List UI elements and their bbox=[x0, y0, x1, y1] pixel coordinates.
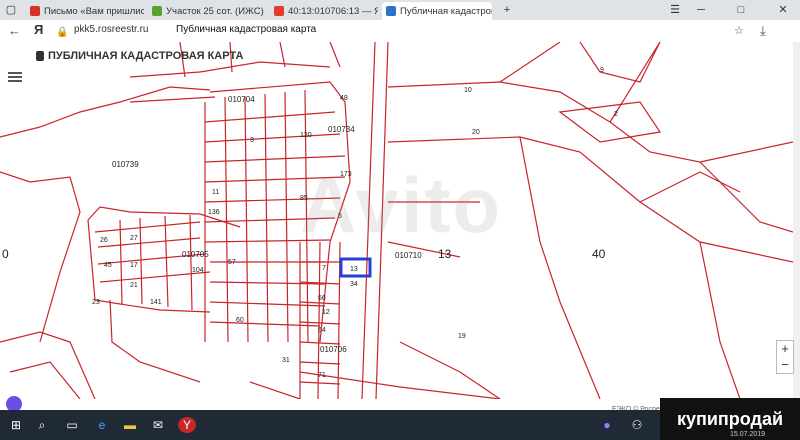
zoom-in-button[interactable]: + bbox=[777, 341, 793, 357]
rosreestr-logo-icon bbox=[36, 51, 44, 61]
tab-gmail[interactable]: Письмо «Вам пришлис нов bbox=[26, 2, 144, 20]
lock-icon[interactable]: 🔒 bbox=[56, 24, 68, 42]
alice-taskbar-icon[interactable]: ● bbox=[600, 417, 614, 433]
address-bar: ← Я 🔒 pkk5.rosreestr.ru Публичная кадаст… bbox=[0, 20, 800, 43]
maximize-icon[interactable]: □ bbox=[730, 2, 752, 18]
map-label: 141 bbox=[150, 299, 162, 306]
back-icon[interactable]: ← bbox=[8, 22, 21, 40]
download-icon[interactable]: ⤓ bbox=[760, 22, 766, 40]
taskbar-clock: 15.07.2019 bbox=[730, 431, 766, 438]
map-label: 104 bbox=[192, 267, 204, 274]
map-label: 10 bbox=[464, 87, 472, 94]
map-label: 26 bbox=[100, 237, 108, 244]
tab-avito[interactable]: Участок 25 сот. (ИЖС) — Р bbox=[148, 2, 266, 20]
map-label: 60 bbox=[236, 317, 244, 324]
yandex-browser-icon[interactable]: Y bbox=[178, 417, 196, 433]
map-label: 45 bbox=[104, 262, 112, 269]
page-title: Публичная кадастровая карта bbox=[176, 24, 317, 35]
map-label: 19 bbox=[458, 333, 466, 340]
map-label: 17 bbox=[130, 262, 138, 269]
map-label: 40 bbox=[592, 247, 606, 261]
zoom-out-button[interactable]: − bbox=[777, 357, 793, 373]
map-label: 010739 bbox=[112, 160, 139, 169]
map-label: 57 bbox=[228, 259, 236, 266]
map-label: 010706 bbox=[320, 345, 347, 354]
map-label: 9 bbox=[600, 67, 604, 74]
map-label: 21 bbox=[130, 282, 138, 289]
edge-icon[interactable]: e bbox=[94, 417, 110, 433]
new-tab-button[interactable]: + bbox=[496, 2, 518, 18]
sidebar-toggle-icon[interactable]: ▢ bbox=[0, 2, 22, 18]
selected-parcel-label: 13 bbox=[350, 266, 358, 273]
search-icon[interactable]: ⌕ bbox=[34, 417, 50, 433]
map-label: 010704 bbox=[228, 95, 255, 104]
rosreestr-icon bbox=[386, 6, 396, 16]
map-label: 64 bbox=[318, 327, 326, 334]
map-label: 136 bbox=[208, 209, 220, 216]
map-label: 66 bbox=[318, 295, 326, 302]
zoom-control: + − bbox=[776, 340, 794, 374]
map-title-text: ПУБЛИЧНАЯ КАДАСТРОВАЯ КАРТА bbox=[48, 50, 244, 62]
map-label: 34 bbox=[350, 281, 358, 288]
windows-start-icon[interactable]: ⊞ bbox=[8, 417, 24, 433]
avito-watermark: Avito bbox=[300, 161, 503, 249]
people-icon[interactable]: ⚇ bbox=[630, 417, 644, 433]
map-title: ПУБЛИЧНАЯ КАДАСТРОВАЯ КАРТА bbox=[36, 50, 243, 62]
avito-icon bbox=[152, 6, 162, 16]
tab-label: Письмо «Вам пришлис нов bbox=[44, 5, 144, 17]
map-label: 23 bbox=[92, 299, 100, 306]
bookmarks-icon[interactable]: ☰ bbox=[664, 2, 686, 18]
map-menu-button[interactable] bbox=[8, 70, 22, 82]
map-label: 71 bbox=[318, 372, 326, 379]
file-explorer-icon[interactable]: ▬ bbox=[122, 417, 138, 433]
map-label: 0 bbox=[2, 247, 9, 261]
scrollbar[interactable] bbox=[793, 42, 800, 399]
map-label: 12 bbox=[322, 309, 330, 316]
tab-label: 40:13:010706:13 — Яндекс bbox=[288, 5, 378, 17]
map-label: 48 bbox=[340, 95, 348, 102]
yandex-icon bbox=[274, 6, 284, 16]
tab-label: Участок 25 сот. (ИЖС) — Р bbox=[166, 5, 266, 17]
map-label: 27 bbox=[130, 235, 138, 242]
map-label: 31 bbox=[282, 357, 290, 364]
close-window-icon[interactable]: ✕ bbox=[772, 2, 794, 18]
tab-yandex[interactable]: 40:13:010706:13 — Яндекс bbox=[270, 2, 378, 20]
browser-tab-bar: ▢ Письмо «Вам пришлис нов Участок 25 сот… bbox=[0, 0, 800, 20]
map-label: 010705 bbox=[182, 250, 209, 259]
map-label: 3 bbox=[250, 137, 254, 144]
map-label: 2 bbox=[614, 111, 618, 118]
tab-label: Публичная кадастровая bbox=[400, 5, 492, 17]
map-label: 11 bbox=[212, 189, 219, 196]
map-label: 20 bbox=[472, 129, 480, 136]
url-text[interactable]: pkk5.rosreestr.ru bbox=[74, 24, 148, 35]
mail-icon[interactable]: ✉ bbox=[150, 417, 166, 433]
map-label: 010710 bbox=[395, 251, 422, 260]
minimize-icon[interactable]: ─ bbox=[690, 2, 712, 18]
gmail-icon bbox=[30, 6, 40, 16]
map-label: 010734 bbox=[328, 125, 355, 134]
yandex-logo[interactable]: Я bbox=[34, 22, 43, 37]
bookmark-star-icon[interactable]: ☆ bbox=[734, 22, 744, 40]
map-label: 120 bbox=[300, 132, 312, 139]
task-view-icon[interactable]: ▭ bbox=[64, 417, 80, 433]
tab-rosreestr[interactable]: Публичная кадастровая ✕ bbox=[382, 2, 492, 20]
map-label: 7 bbox=[322, 265, 326, 272]
